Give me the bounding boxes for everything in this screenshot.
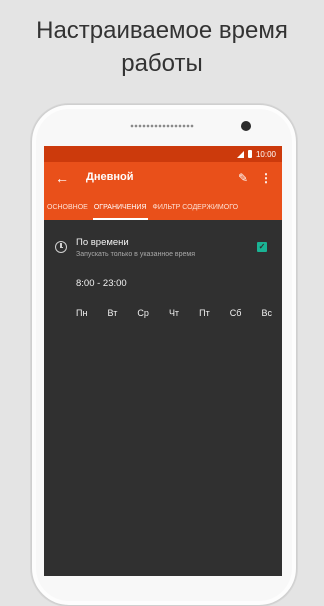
tab-bar: ОСНОВНОЕ ОГРАНИЧЕНИЯ ФИЛЬТР СОДЕРЖИМОГО [44, 194, 282, 220]
phone-screen: 10:00 ← Дневной ✎ ⋮ ОСНОВНОЕ ОГРАНИЧЕНИЯ… [44, 146, 282, 576]
day-wed[interactable]: Ср [137, 308, 149, 318]
more-vert-icon[interactable]: ⋮ [260, 170, 272, 186]
promo-headline-line1: Настраиваемое время [36, 17, 288, 44]
page-title: Дневной [86, 171, 134, 183]
battery-icon [247, 150, 252, 158]
status-time: 10:00 [255, 149, 276, 159]
promo-headline: Настраиваемое время работы [0, 14, 324, 80]
tab-content-filter[interactable]: ФИЛЬТР СОДЕРЖИМОГО [150, 194, 242, 220]
tab-basic[interactable]: ОСНОВНОЕ [44, 194, 91, 220]
day-tue[interactable]: Вт [108, 308, 118, 318]
by-time-checkbox[interactable]: ✓ [257, 242, 267, 252]
phone-camera [241, 121, 251, 131]
day-mon[interactable]: Пн [76, 308, 87, 318]
signal-icon [236, 150, 244, 158]
app-bar: ← Дневной ✎ ⋮ [44, 162, 282, 194]
phone-speaker [130, 123, 194, 129]
day-fri[interactable]: Пт [199, 308, 210, 318]
time-range-value[interactable]: 8:00 - 23:00 [76, 278, 127, 289]
day-sat[interactable]: Сб [230, 308, 242, 318]
promo-headline-line2: работы [121, 50, 203, 77]
edit-pencil-icon[interactable]: ✎ [235, 170, 251, 186]
weekday-selector: Пн Вт Ср Чт Пт Сб Вс [76, 308, 272, 318]
by-time-subtitle: Запускать только в указанное время [76, 251, 196, 258]
day-thu[interactable]: Чт [169, 308, 179, 318]
back-arrow-icon[interactable]: ← [54, 170, 70, 186]
clock-icon [55, 241, 67, 253]
by-time-title: По времени [76, 237, 129, 248]
status-bar: 10:00 [44, 146, 282, 162]
restrictions-content: По времени Запускать только в указанное … [44, 220, 282, 576]
day-sun[interactable]: Вс [261, 308, 272, 318]
tab-restrictions[interactable]: ОГРАНИЧЕНИЯ [91, 194, 150, 220]
